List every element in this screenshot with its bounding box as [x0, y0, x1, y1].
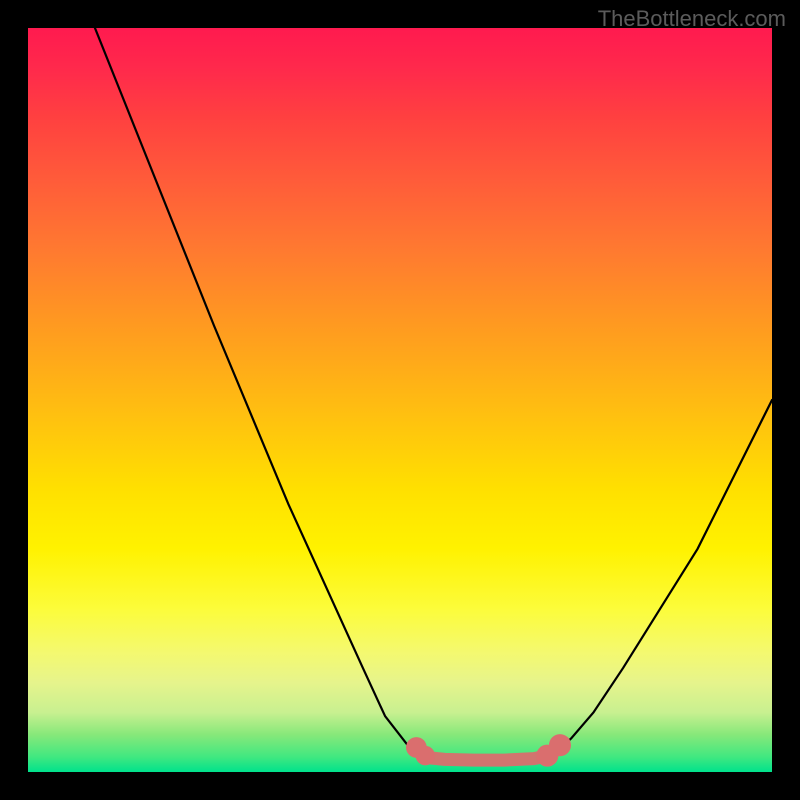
chart-plot-area: [28, 28, 772, 772]
chart-svg: [28, 28, 772, 772]
series-right-curve: [549, 400, 772, 757]
dot-right-upper: [549, 734, 571, 756]
dot-left-lower: [416, 746, 435, 765]
watermark-text: TheBottleneck.com: [598, 6, 786, 32]
series-left-curve: [95, 28, 422, 757]
